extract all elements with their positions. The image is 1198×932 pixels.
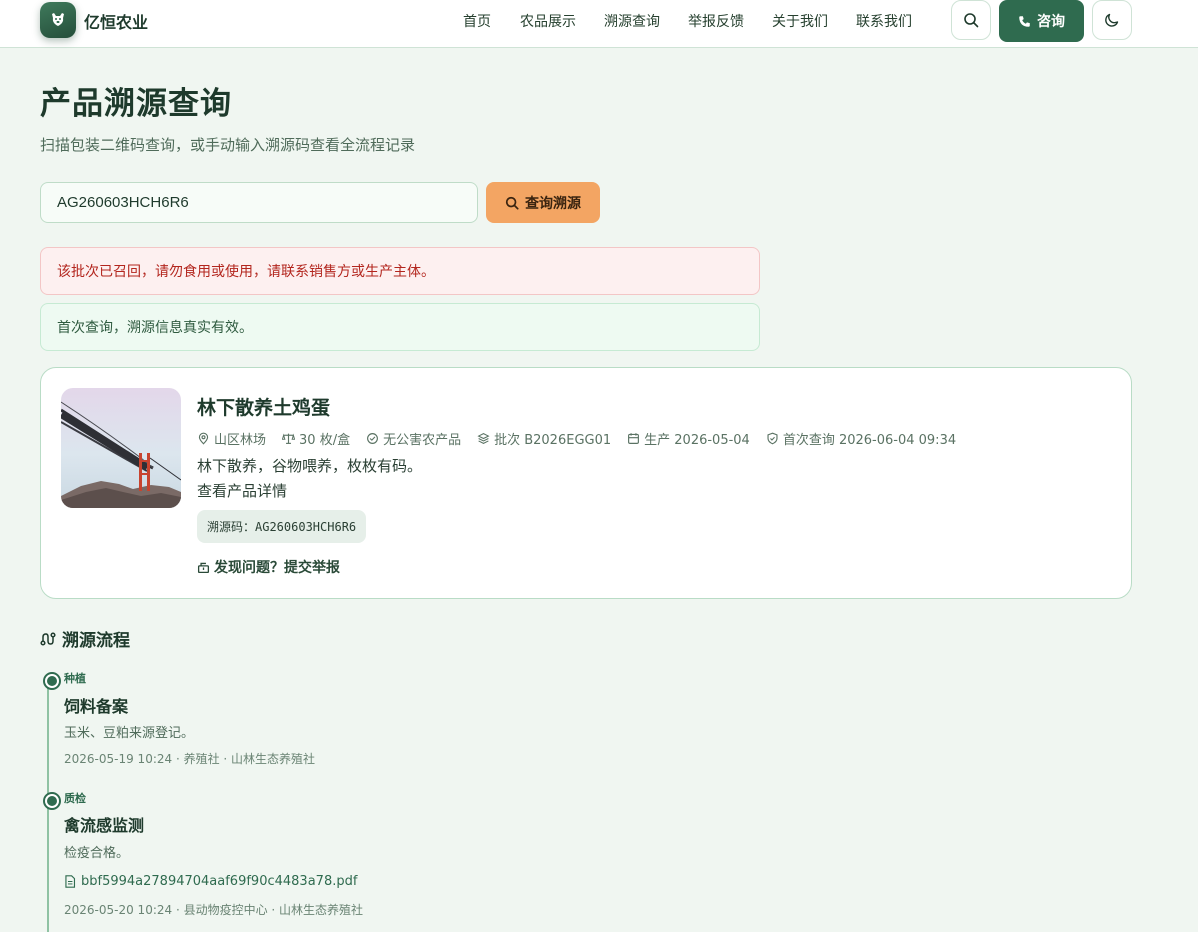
logo-icon[interactable] — [40, 2, 76, 38]
step-tag: 质检 — [64, 792, 86, 805]
trace-flow-title: 溯源流程 — [62, 631, 130, 651]
first-query-alert: 首次查询，溯源信息真实有效。 — [40, 303, 760, 351]
nav-link-about[interactable]: 关于我们 — [772, 11, 828, 31]
meta-batch: 批次 B2026EGG01 — [477, 429, 611, 448]
file-icon — [65, 875, 76, 888]
nav-link-home[interactable]: 首页 — [463, 11, 491, 31]
location-icon — [198, 432, 209, 445]
query-trace-button[interactable]: 查询溯源 — [486, 182, 600, 223]
product-description: 林下散养，谷物喂养，枚枚有码。 — [197, 457, 423, 475]
product-image — [61, 388, 181, 508]
meta-first-query-text: 首次查询 2026-06-04 09:34 — [782, 433, 957, 448]
check-circle-icon — [367, 433, 379, 444]
meta-spec: 30 枚/盒 — [282, 429, 350, 448]
meta-cert: 无公害农产品 — [366, 429, 461, 448]
product-name: 林下散养土鸡蛋 — [197, 397, 331, 419]
page-subtitle: 扫描包装二维码查询，或手动输入溯源码查看全流程记录 — [40, 136, 416, 154]
meta-spec-text: 30 枚/盒 — [299, 433, 351, 448]
step-meta: 2026-05-20 10:24 · 县动物疫控中心 · 山林生态养殖社 — [64, 903, 364, 917]
brand-name[interactable]: 亿恒农业 — [84, 9, 148, 33]
search-icon — [505, 196, 519, 210]
submit-report-link[interactable]: 发现问题？提交举报 — [197, 557, 340, 577]
timeline-dot — [43, 792, 61, 810]
consult-button[interactable]: 咨询 — [999, 0, 1084, 42]
top-navbar: 亿恒农业 首页 农品展示 溯源查询 举报反馈 关于我们 联系我们 咨询 — [0, 0, 1198, 48]
meta-origin: 山区林场 — [197, 429, 266, 448]
scale-icon — [282, 433, 296, 444]
product-detail-link[interactable]: 查看产品详情 — [197, 480, 287, 501]
recall-alert: 该批次已召回，请勿食用或使用，请联系销售方或生产主体。 — [40, 247, 760, 295]
trace-code-badge: 溯源码：AG260603HCH6R6 — [197, 510, 367, 543]
product-card: 林下散养土鸡蛋 山区林场 30 枚/盒 无公害农产品 批次 B2026EGG01… — [40, 367, 1132, 599]
step-attachment-link[interactable]: bbf5994a27894704aaf69f90c4483a78.pdf — [64, 874, 357, 889]
meta-cert-text: 无公害农产品 — [383, 433, 462, 448]
meta-produced: 生产 2026-05-04 — [627, 429, 750, 448]
meta-batch-text: 批次 B2026EGG01 — [494, 433, 612, 448]
step-attachment-name: bbf5994a27894704aaf69f90c4483a78.pdf — [81, 874, 358, 889]
search-icon — [964, 13, 979, 28]
step-title: 禽流感监测 — [64, 816, 145, 835]
meta-first-query: 首次查询 2026-06-04 09:34 — [766, 429, 956, 448]
product-meta: 山区林场 30 枚/盒 无公害农产品 批次 B2026EGG01 生产 2026… — [197, 429, 956, 448]
report-icon — [197, 562, 210, 573]
calendar-icon — [628, 433, 640, 444]
nav-link-contact[interactable]: 联系我们 — [856, 11, 912, 31]
step-description: 检疫合格。 — [64, 846, 130, 861]
nav-link-products[interactable]: 农品展示 — [520, 11, 576, 31]
moon-icon — [1105, 13, 1119, 27]
submit-report-label: 发现问题？提交举报 — [214, 560, 340, 576]
layers-icon — [477, 433, 490, 444]
meta-produced-text: 生产 2026-05-04 — [644, 433, 750, 448]
consult-label: 咨询 — [1037, 14, 1065, 30]
trace-flow-heading: 溯源流程 — [40, 626, 130, 651]
step-tag: 种植 — [64, 672, 86, 685]
step-meta: 2026-05-19 10:24 · 养殖社 · 山林生态养殖社 — [64, 752, 316, 766]
nav-links: 首页 农品展示 溯源查询 举报反馈 关于我们 联系我们 — [463, 11, 912, 31]
timeline-dot — [43, 672, 61, 690]
shield-check-icon — [767, 432, 778, 445]
step-title: 饲料备案 — [64, 697, 129, 716]
page-title: 产品溯源查询 — [40, 86, 232, 122]
phone-icon — [1019, 15, 1030, 27]
route-icon — [40, 631, 56, 646]
search-toggle-button[interactable] — [951, 0, 991, 40]
meta-origin-text: 山区林场 — [214, 433, 267, 448]
query-trace-label: 查询溯源 — [525, 195, 581, 212]
trace-code-input[interactable] — [40, 182, 478, 223]
nav-link-trace[interactable]: 溯源查询 — [604, 11, 660, 31]
theme-toggle-button[interactable] — [1092, 0, 1132, 40]
nav-link-report[interactable]: 举报反馈 — [688, 11, 744, 31]
step-description: 玉米、豆粕来源登记。 — [64, 726, 195, 741]
